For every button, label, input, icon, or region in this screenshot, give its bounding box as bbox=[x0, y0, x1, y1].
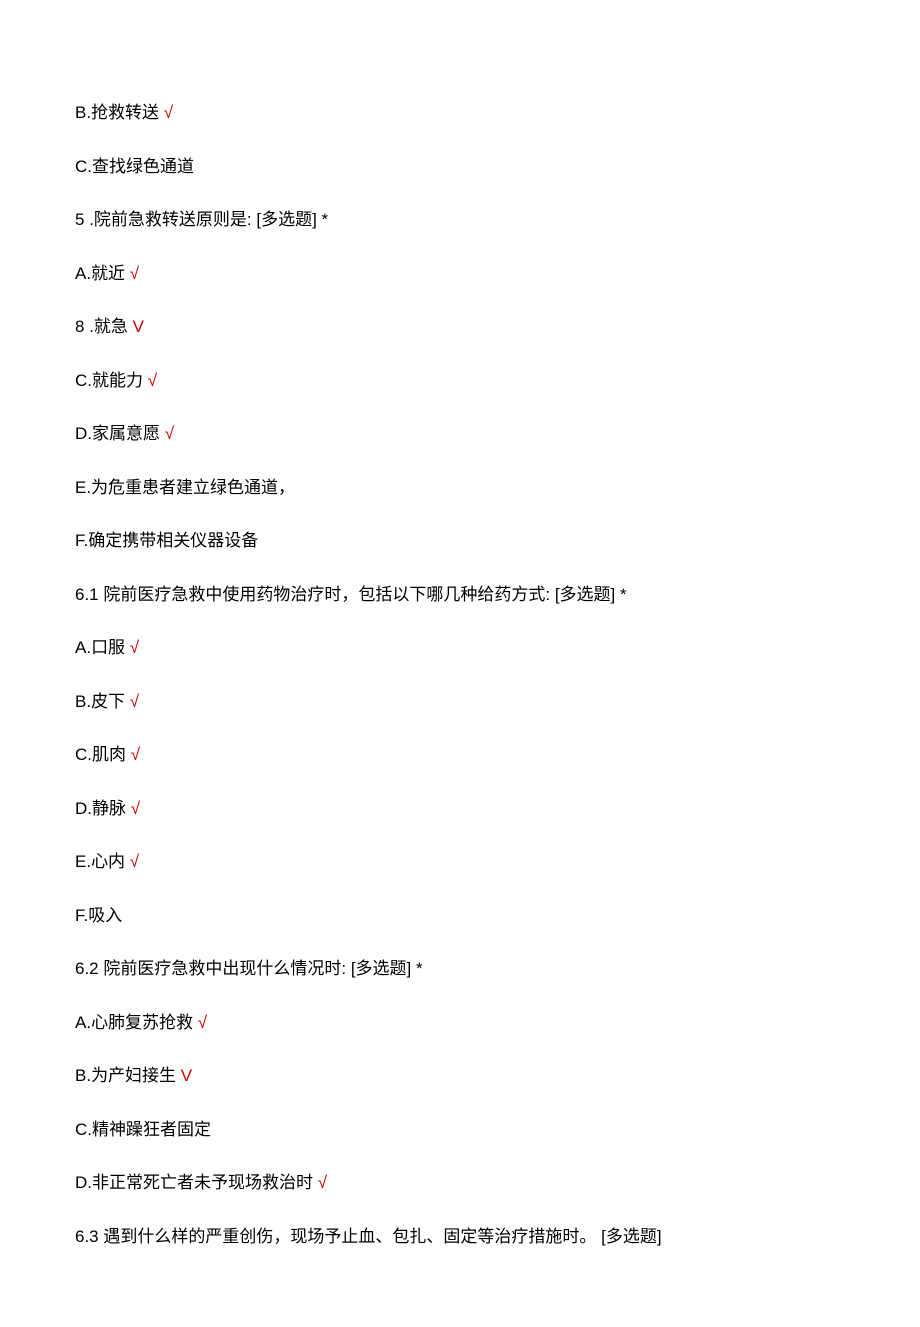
checkmark-icon: √ bbox=[130, 852, 139, 871]
question-line: 5 .院前急救转送原则是: [多选题] * bbox=[75, 207, 845, 233]
checkmark-icon: √ bbox=[165, 424, 174, 443]
option-label: F. bbox=[75, 906, 88, 925]
option-label: A. bbox=[75, 1013, 91, 1032]
option-label: B. bbox=[75, 103, 91, 122]
checkmark-icon: √ bbox=[198, 1013, 207, 1032]
v-mark-icon: V bbox=[181, 1066, 192, 1085]
option-text: 肌肉 bbox=[92, 745, 126, 764]
option-line: F.吸入 bbox=[75, 903, 845, 929]
option-label: B. bbox=[75, 692, 91, 711]
option-text: 为产妇接生 bbox=[91, 1066, 176, 1085]
option-text: 心肺复苏抢救 bbox=[91, 1013, 193, 1032]
question-text: 院前医疗急救中出现什么情况时: [多选题] * bbox=[103, 959, 422, 978]
option-label: A. bbox=[75, 264, 91, 283]
question-line: 8 .就急 V bbox=[75, 314, 845, 340]
option-label: D. bbox=[75, 1173, 92, 1192]
option-line: B.抢救转送 √ bbox=[75, 100, 845, 126]
checkmark-icon: √ bbox=[164, 103, 173, 122]
option-label: E. bbox=[75, 852, 91, 871]
question-number: 6.1 bbox=[75, 585, 99, 604]
option-line: C.精神躁狂者固定 bbox=[75, 1117, 845, 1143]
option-label: C. bbox=[75, 1120, 92, 1139]
option-text: 精神躁狂者固定 bbox=[92, 1120, 211, 1139]
question-line: 6.1 院前医疗急救中使用药物治疗时，包括以下哪几种给药方式: [多选题] * bbox=[75, 582, 845, 608]
option-text: 抢救转送 bbox=[91, 103, 159, 122]
checkmark-icon: √ bbox=[318, 1173, 327, 1192]
option-text: 口服 bbox=[91, 638, 125, 657]
question-text: 院前医疗急救中使用药物治疗时，包括以下哪几种给药方式: [多选题] * bbox=[103, 585, 626, 604]
option-label: C. bbox=[75, 371, 92, 390]
option-text: 非正常死亡者未予现场救治时 bbox=[92, 1173, 313, 1192]
question-separator: . bbox=[84, 210, 93, 229]
question-line: 6.3 遇到什么样的严重创伤，现场予止血、包扎、固定等治疗措施时。 [多选题] bbox=[75, 1224, 845, 1250]
question-text: 院前急救转送原则是: [多选题] * bbox=[94, 210, 328, 229]
option-text: 心内 bbox=[91, 852, 125, 871]
option-line: B.为产妇接生 V bbox=[75, 1063, 845, 1089]
option-text: 确定携带相关仪器设备 bbox=[88, 531, 258, 550]
option-label: E. bbox=[75, 478, 91, 497]
option-label: D. bbox=[75, 799, 92, 818]
option-label: C. bbox=[75, 745, 92, 764]
option-label: B. bbox=[75, 1066, 91, 1085]
option-label: D. bbox=[75, 424, 92, 443]
option-line: D.非正常死亡者未予现场救治时 √ bbox=[75, 1170, 845, 1196]
option-line: C.查找绿色通道 bbox=[75, 154, 845, 180]
option-text: 就能力 bbox=[92, 371, 143, 390]
question-line: 6.2 院前医疗急救中出现什么情况时: [多选题] * bbox=[75, 956, 845, 982]
option-label: A. bbox=[75, 638, 91, 657]
option-text: 家属意愿 bbox=[92, 424, 160, 443]
option-label: C. bbox=[75, 157, 92, 176]
option-line: A.就近 √ bbox=[75, 261, 845, 287]
option-line: D.静脉 √ bbox=[75, 796, 845, 822]
option-label: F. bbox=[75, 531, 88, 550]
option-text: 查找绿色通道 bbox=[92, 157, 194, 176]
checkmark-icon: √ bbox=[131, 745, 140, 764]
option-text: 吸入 bbox=[88, 906, 122, 925]
option-line: F.确定携带相关仪器设备 bbox=[75, 528, 845, 554]
checkmark-icon: √ bbox=[130, 264, 139, 283]
option-line: B.皮下 √ bbox=[75, 689, 845, 715]
checkmark-icon: √ bbox=[131, 799, 140, 818]
checkmark-icon: √ bbox=[148, 371, 157, 390]
option-text: 静脉 bbox=[92, 799, 126, 818]
option-line: A.口服 √ bbox=[75, 635, 845, 661]
option-text: 为危重患者建立绿色通道， bbox=[91, 478, 295, 497]
question-text: 遇到什么样的严重创伤，现场予止血、包扎、固定等治疗措施时。 [多选题] bbox=[103, 1227, 661, 1246]
checkmark-icon: √ bbox=[130, 638, 139, 657]
option-line: C.肌肉 √ bbox=[75, 742, 845, 768]
option-line: E.心内 √ bbox=[75, 849, 845, 875]
option-line: C.就能力 √ bbox=[75, 368, 845, 394]
option-line: E.为危重患者建立绿色通道， bbox=[75, 475, 845, 501]
question-separator: . bbox=[84, 317, 93, 336]
option-text: 就近 bbox=[91, 264, 125, 283]
option-text: 皮下 bbox=[91, 692, 125, 711]
v-mark-icon: V bbox=[133, 317, 144, 336]
checkmark-icon: √ bbox=[130, 692, 139, 711]
option-line: D.家属意愿 √ bbox=[75, 421, 845, 447]
question-text: 就急 bbox=[94, 317, 128, 336]
option-line: A.心肺复苏抢救 √ bbox=[75, 1010, 845, 1036]
question-number: 6.3 bbox=[75, 1227, 99, 1246]
question-number: 6.2 bbox=[75, 959, 99, 978]
